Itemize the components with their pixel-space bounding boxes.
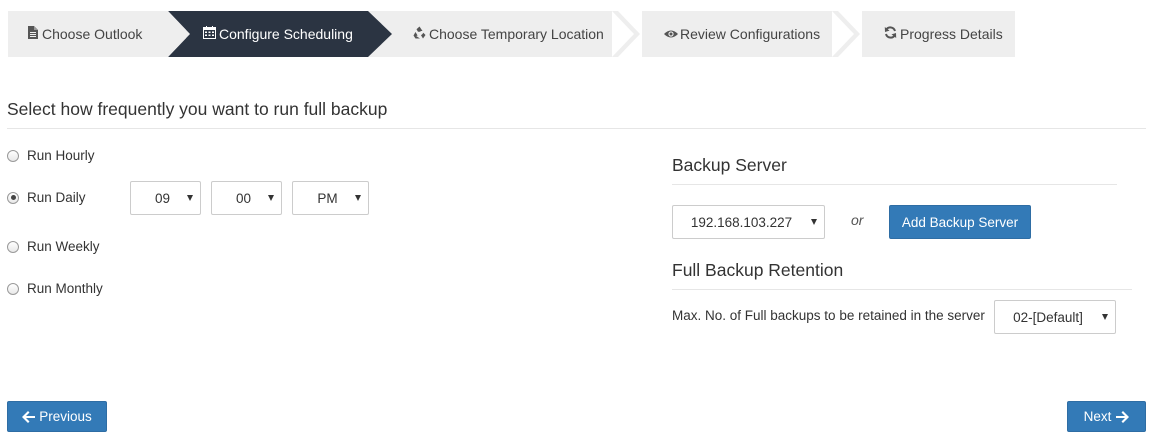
divider	[672, 184, 1117, 185]
chevron-down-icon	[811, 219, 817, 225]
refresh-icon	[884, 26, 897, 42]
divider	[7, 128, 1146, 129]
divider	[672, 289, 1132, 290]
step-separator	[156, 11, 186, 57]
previous-button[interactable]: Previous	[7, 401, 107, 432]
add-backup-server-button[interactable]: Add Backup Server	[889, 205, 1031, 239]
chevron-down-icon	[187, 195, 193, 201]
next-button[interactable]: Next	[1067, 401, 1146, 432]
radio-label: Run Hourly	[27, 148, 95, 163]
step-review-configurations[interactable]: Review Configurations	[664, 11, 820, 57]
backup-server-value: 192.168.103.227	[690, 214, 793, 230]
hour-select[interactable]: 09	[130, 181, 201, 215]
radio-run-hourly[interactable]	[7, 149, 19, 162]
radio-label: Run Daily	[27, 190, 86, 205]
step-label: Choose Temporary Location	[429, 26, 604, 42]
step-separator	[612, 11, 642, 57]
chevron-down-icon	[268, 195, 274, 201]
calendar-icon	[203, 26, 216, 42]
backup-server-select[interactable]: 192.168.103.227	[672, 205, 825, 239]
minute-select[interactable]: 00	[211, 181, 282, 215]
wizard-steps: Choose Outlook Configure Scheduling Choo…	[8, 11, 1015, 57]
step-separator	[832, 11, 862, 57]
run-daily-option[interactable]: Run Daily	[7, 190, 86, 205]
step-configure-scheduling[interactable]: Configure Scheduling	[203, 11, 353, 57]
or-label: or	[851, 212, 864, 228]
run-weekly-option[interactable]: Run Weekly	[7, 239, 100, 254]
step-label: Choose Outlook	[42, 26, 143, 42]
retention-title: Full Backup Retention	[672, 260, 844, 280]
step-label: Review Configurations	[680, 26, 821, 42]
arrow-left-icon	[22, 410, 36, 423]
chevron-down-icon	[1102, 314, 1108, 320]
file-icon	[26, 26, 39, 42]
radio-label: Run Monthly	[27, 281, 103, 296]
retention-select[interactable]: 02-[Default]	[994, 300, 1116, 334]
step-choose-temporary-location[interactable]: Choose Temporary Location	[413, 11, 604, 57]
ampm-select[interactable]: PM	[292, 181, 369, 215]
step-label: Progress Details	[900, 26, 1003, 42]
radio-run-monthly[interactable]	[7, 282, 19, 295]
next-label: Next	[1083, 409, 1112, 424]
radio-run-daily[interactable]	[7, 191, 19, 204]
radio-label: Run Weekly	[27, 239, 100, 254]
step-progress-details[interactable]: Progress Details	[884, 11, 1003, 57]
backup-server-title: Backup Server	[672, 155, 787, 175]
retention-value: 02-[Default]	[1013, 309, 1083, 325]
recycle-icon	[413, 26, 426, 42]
eye-icon	[664, 27, 678, 42]
arrow-right-icon	[1116, 410, 1130, 423]
retention-label: Max. No. of Full backups to be retained …	[672, 308, 985, 323]
schedule-title: Select how frequently you want to run fu…	[7, 99, 388, 119]
chevron-down-icon	[355, 195, 361, 201]
previous-label: Previous	[39, 409, 92, 424]
step-choose-outlook[interactable]: Choose Outlook	[26, 11, 142, 57]
run-monthly-option[interactable]: Run Monthly	[7, 281, 103, 296]
step-label: Configure Scheduling	[219, 26, 353, 42]
radio-run-weekly[interactable]	[7, 240, 19, 253]
run-hourly-option[interactable]: Run Hourly	[7, 148, 95, 163]
